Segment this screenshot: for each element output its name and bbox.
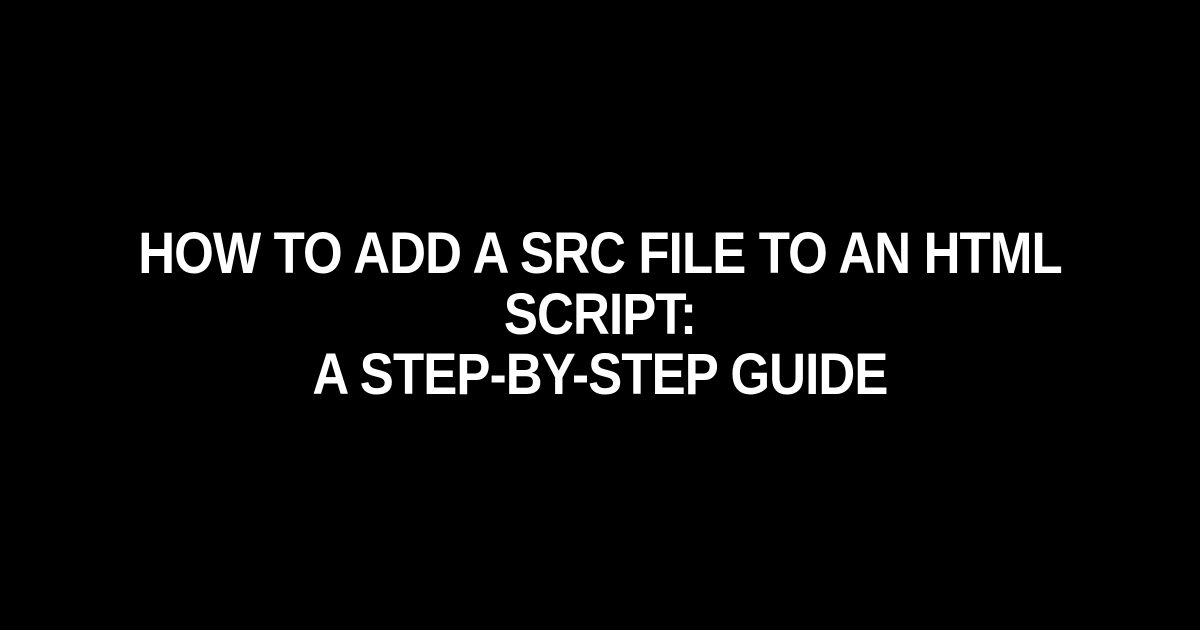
title-line-2: A Step-by-Step Guide [312, 342, 887, 407]
page-title: How to Add a SRC File to an HTML Script:… [125, 224, 1075, 407]
title-container: How to Add a SRC File to an HTML Script:… [0, 224, 1200, 407]
title-line-1: How to Add a SRC File to an HTML Script: [138, 221, 1062, 347]
